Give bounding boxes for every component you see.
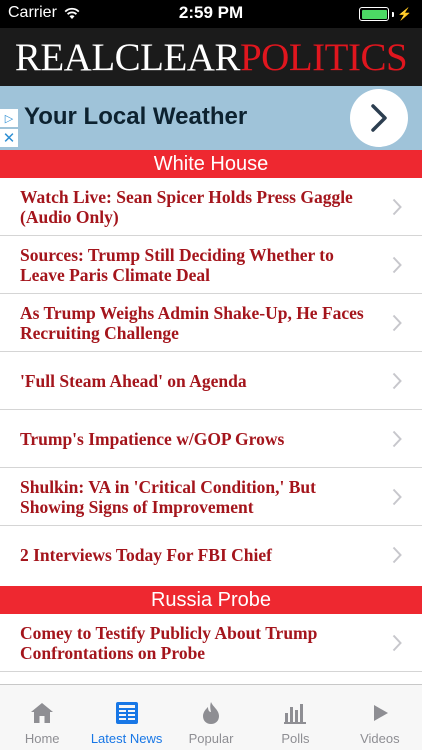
logo-realclear: REALCLEAR [14, 35, 241, 79]
status-bar: Carrier 2:59 PM ⚡ [0, 0, 422, 28]
chevron-right-icon [392, 634, 402, 651]
tab-label: Home [24, 731, 60, 746]
headline[interactable]: As Trump Weighs Admin Shake-Up, He Faces… [20, 303, 370, 343]
headline[interactable]: 'Full Steam Ahead' on Agenda [20, 371, 370, 391]
tab-latest-news[interactable]: Latest News [84, 685, 168, 750]
close-icon[interactable]: ✕ [0, 129, 18, 147]
newspaper-icon [113, 699, 141, 727]
flame-icon [197, 699, 225, 727]
ad-text[interactable]: Your Local Weather [24, 103, 247, 131]
chevron-right-icon [392, 256, 402, 273]
bar-chart-icon [281, 699, 309, 727]
news-row[interactable]: Sources: Trump Still Deciding Whether to… [0, 236, 422, 294]
news-row[interactable]: Comey to Testify Publicly About Trump Co… [0, 614, 422, 672]
headline[interactable]: Comey to Testify Publicly About Trump Co… [20, 623, 370, 663]
ad-banner[interactable]: ▷ ✕ Your Local Weather [0, 86, 422, 150]
tab-polls[interactable]: Polls [253, 685, 337, 750]
tab-label: Latest News [90, 731, 163, 746]
section-header-russia-probe: Russia Probe [0, 586, 422, 614]
logo-politics: POLITICS [239, 35, 408, 79]
charging-icon: ⚡ [397, 7, 412, 21]
tab-label: Popular [188, 731, 234, 746]
chevron-right-icon [392, 488, 402, 505]
tab-popular[interactable]: Popular [169, 685, 253, 750]
section-header-white-house: White House [0, 150, 422, 178]
news-row[interactable]: Shulkin: VA in 'Critical Condition,' But… [0, 468, 422, 526]
play-icon [366, 699, 394, 727]
battery-level [361, 9, 387, 19]
news-row[interactable]: Trump's Impatience w/GOP Grows [0, 410, 422, 468]
chevron-right-icon [371, 104, 387, 132]
house-icon [28, 699, 56, 727]
tab-videos[interactable]: Videos [338, 685, 422, 750]
chevron-right-icon [392, 372, 402, 389]
chevron-right-icon [392, 314, 402, 331]
chevron-right-icon [392, 546, 402, 564]
headline[interactable]: Shulkin: VA in 'Critical Condition,' But… [20, 477, 370, 517]
headline[interactable]: 2 Interviews Today For FBI Chief [20, 545, 370, 565]
chevron-right-icon [392, 430, 402, 447]
headline[interactable]: Watch Live: Sean Spicer Holds Press Gagg… [20, 187, 370, 227]
tab-label: Videos [360, 731, 400, 746]
headline[interactable]: Sources: Trump Still Deciding Whether to… [20, 245, 370, 285]
news-row[interactable]: 'Full Steam Ahead' on Agenda [0, 352, 422, 410]
site-logo: REALCLEARPOLITICS [14, 35, 408, 79]
tab-home[interactable]: Home [0, 685, 84, 750]
chevron-right-icon [392, 198, 402, 215]
battery-icon [359, 7, 390, 21]
ad-open-button[interactable] [350, 89, 408, 147]
headline[interactable]: Trump's Impatience w/GOP Grows [20, 429, 370, 449]
tab-bar: Home Latest News Popular Polls Videos [0, 684, 422, 750]
news-row[interactable]: 2 Interviews Today For FBI Chief [0, 526, 422, 584]
news-row[interactable]: Watch Live: Sean Spicer Holds Press Gagg… [0, 178, 422, 236]
adchoices-icon[interactable]: ▷ [0, 109, 18, 127]
battery-indicator: ⚡ [359, 7, 412, 21]
tab-label: Polls [281, 731, 310, 746]
app-header: REALCLEARPOLITICS [0, 28, 422, 86]
news-row[interactable]: As Trump Weighs Admin Shake-Up, He Faces… [0, 294, 422, 352]
